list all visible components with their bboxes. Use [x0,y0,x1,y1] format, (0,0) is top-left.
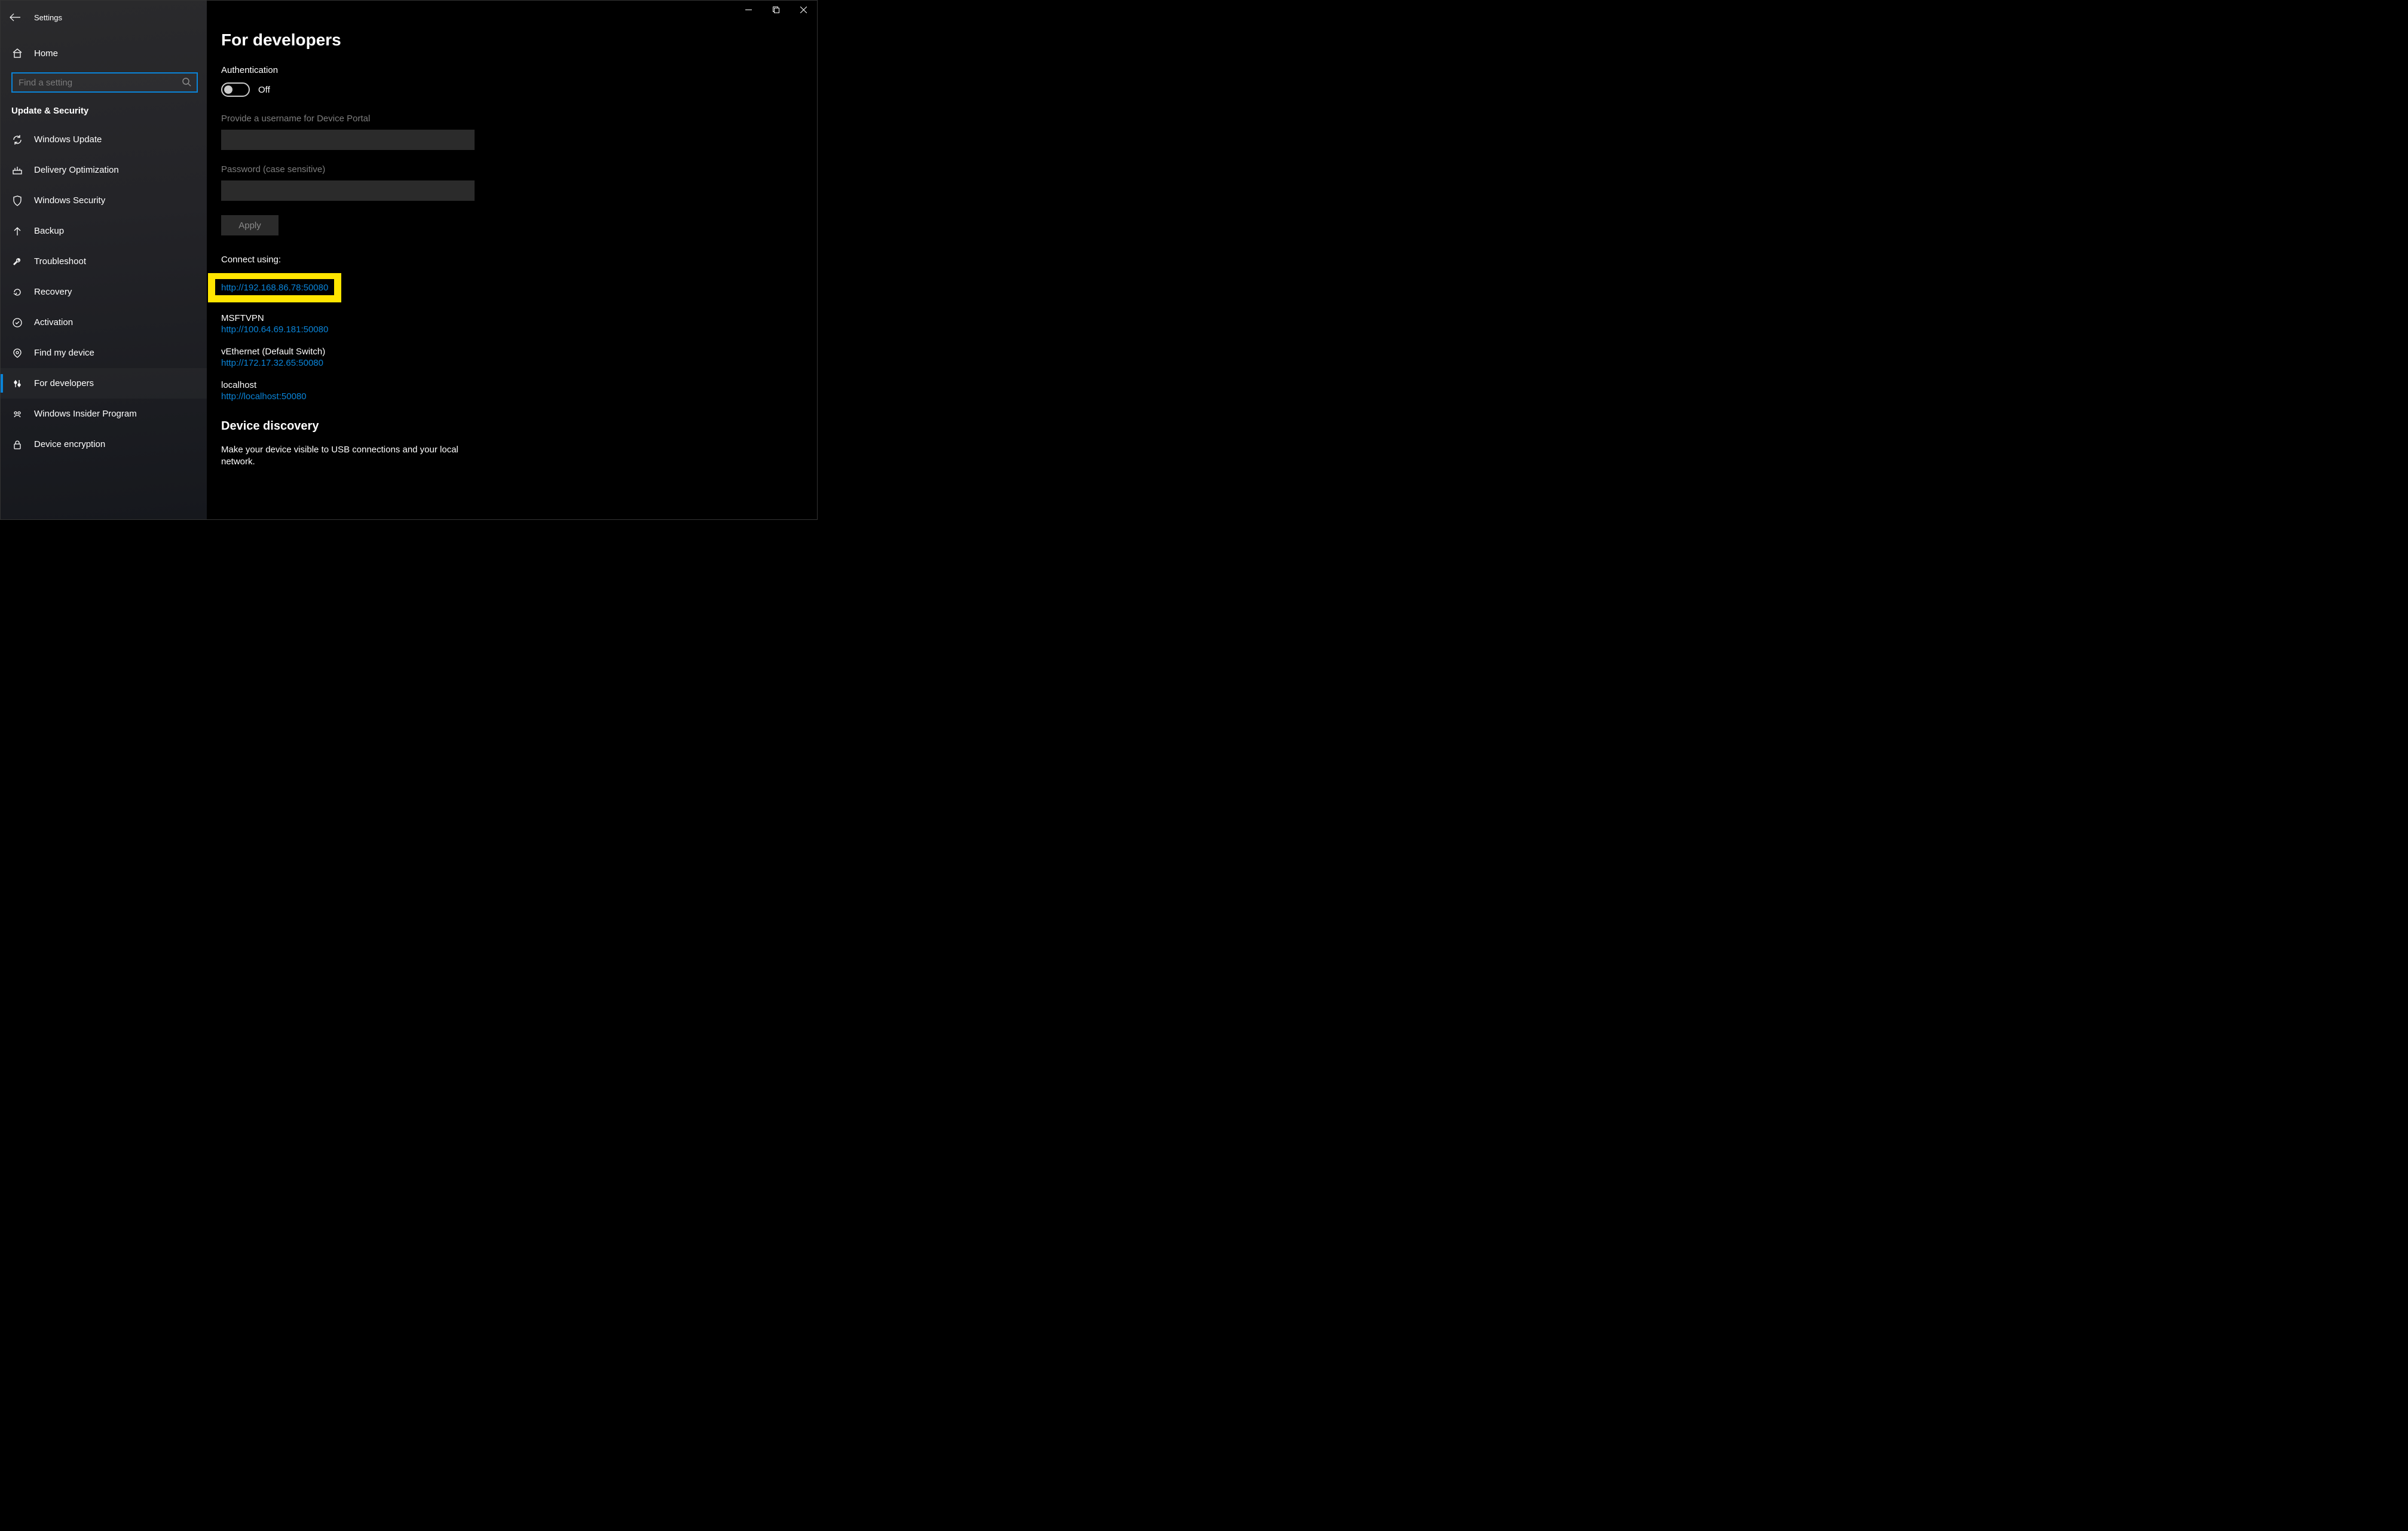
search-input[interactable] [11,72,198,93]
sidebar-item-windows-insider[interactable]: Windows Insider Program [1,399,207,429]
authentication-toggle[interactable] [221,82,250,97]
connection-link[interactable]: http://172.17.32.65:50080 [221,358,323,368]
nav-list: Windows Update Delivery Optimization Win… [1,124,207,460]
connection-link[interactable]: http://localhost:50080 [221,391,307,402]
connection-name: localhost [221,380,817,390]
sidebar-item-label: Windows Update [34,134,102,145]
device-discovery-description: Make your device visible to USB connecti… [221,444,478,469]
header-row: Settings [1,5,207,29]
sidebar-item-label: Find my device [34,348,94,358]
home-label: Home [34,48,58,59]
toggle-label: Off [258,85,270,95]
authentication-heading: Authentication [221,65,817,75]
apply-button[interactable]: Apply [221,215,279,235]
sidebar-item-label: Windows Insider Program [34,409,137,419]
location-icon [11,347,23,359]
sidebar-item-windows-security[interactable]: Windows Security [1,185,207,216]
sidebar-item-activation[interactable]: Activation [1,307,207,338]
sidebar-item-label: Recovery [34,287,72,297]
app-title: Settings [34,13,62,22]
sidebar-item-home[interactable]: Home [1,40,207,66]
developer-icon [11,378,23,390]
sidebar-item-troubleshoot[interactable]: Troubleshoot [1,246,207,277]
lock-icon [11,439,23,451]
settings-window: Settings Home Update & Security Windows … [0,0,818,520]
device-discovery-heading: Device discovery [221,420,817,433]
main-content: For developers Authentication Off Provid… [207,1,817,519]
sidebar-item-label: Windows Security [34,195,105,206]
minimize-button[interactable] [735,1,762,19]
wrench-icon [11,256,23,268]
sidebar-item-backup[interactable]: Backup [1,216,207,246]
recovery-icon [11,286,23,298]
page-title: For developers [221,30,817,50]
sidebar-item-for-developers[interactable]: For developers [1,368,207,399]
username-label: Provide a username for Device Portal [221,114,817,124]
sidebar-section-label: Update & Security [1,93,207,124]
sidebar-item-label: Device encryption [34,439,105,449]
titlebar-controls [735,1,817,19]
close-button[interactable] [790,1,817,19]
toggle-knob [224,85,232,94]
connection-group-msftvpn: MSFTVPN http://100.64.69.181:50080 [221,313,817,335]
search-wrap [11,72,198,93]
connection-link[interactable]: http://100.64.69.181:50080 [221,324,328,335]
connection-name: vEthernet (Default Switch) [221,347,817,357]
sidebar-item-recovery[interactable]: Recovery [1,277,207,307]
sync-icon [11,134,23,146]
sidebar-item-label: Delivery Optimization [34,165,119,175]
connection-group-vethernet: vEthernet (Default Switch) http://172.17… [221,347,817,368]
delivery-icon [11,164,23,176]
highlighted-connection: http://192.168.86.78:50080 [208,273,341,302]
back-button[interactable] [9,11,21,23]
backup-icon [11,225,23,237]
connection-name: MSFTVPN [221,313,817,323]
sidebar-item-label: Activation [34,317,73,327]
sidebar-item-windows-update[interactable]: Windows Update [1,124,207,155]
sidebar-item-label: For developers [34,378,94,388]
connect-using-label: Connect using: [221,255,817,265]
insider-icon [11,408,23,420]
sidebar-item-delivery-optimization[interactable]: Delivery Optimization [1,155,207,185]
password-input[interactable] [221,180,475,201]
home-icon [11,47,23,59]
username-input[interactable] [221,130,475,150]
sidebar-item-device-encryption[interactable]: Device encryption [1,429,207,460]
shield-icon [11,195,23,207]
maximize-button[interactable] [762,1,790,19]
password-label: Password (case sensitive) [221,164,817,174]
connection-link[interactable]: http://192.168.86.78:50080 [221,283,328,293]
connection-group-localhost: localhost http://localhost:50080 [221,380,817,402]
sidebar-item-find-my-device[interactable]: Find my device [1,338,207,368]
sidebar-item-label: Troubleshoot [34,256,86,267]
search-icon [182,78,192,87]
authentication-toggle-row: Off [221,82,817,97]
check-circle-icon [11,317,23,329]
sidebar: Settings Home Update & Security Windows … [1,1,207,519]
sidebar-item-label: Backup [34,226,64,236]
